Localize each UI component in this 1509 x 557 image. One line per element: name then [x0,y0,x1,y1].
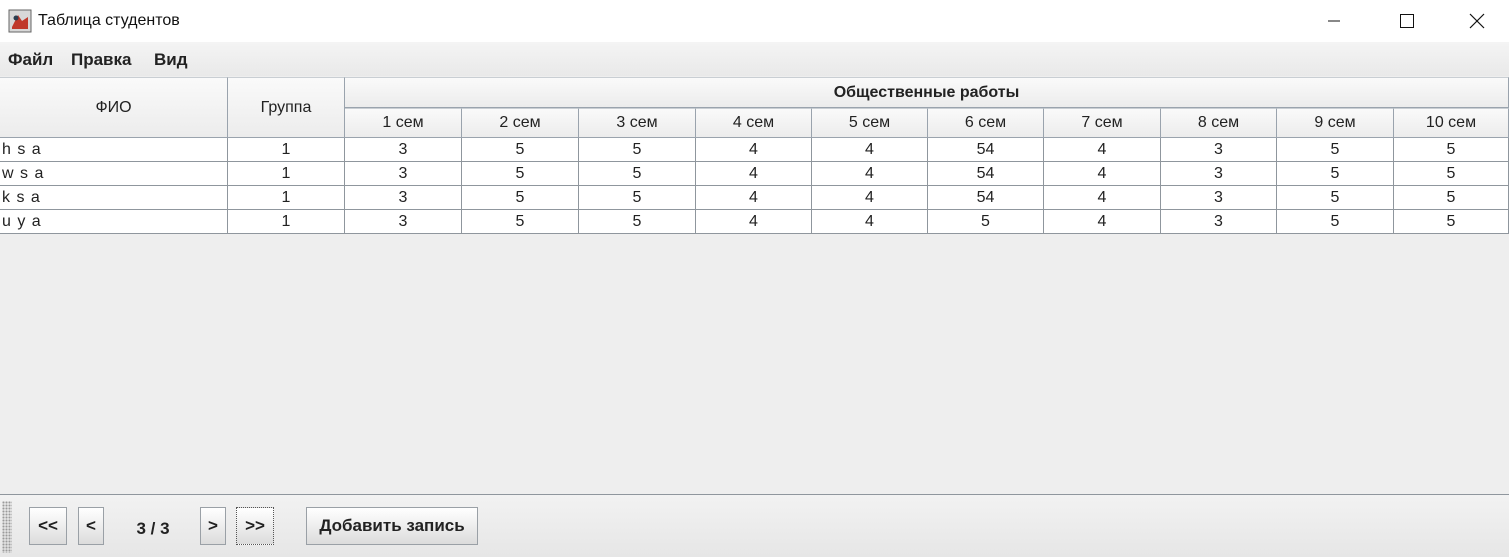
cell-sem-1[interactable]: 3 [345,186,462,210]
cell-sem-1[interactable]: 3 [345,162,462,186]
header-sem-10[interactable]: 10 сем [1394,108,1509,138]
header-sem-4[interactable]: 4 сем [696,108,812,138]
toolbar-grip[interactable] [2,501,12,553]
cell-sem-4[interactable]: 4 [696,162,812,186]
cell-sem-5[interactable]: 4 [812,210,928,234]
minimize-icon [1328,20,1340,22]
cell-name[interactable]: u y a [0,210,228,234]
cell-sem-6[interactable]: 54 [928,138,1044,162]
header-name[interactable]: ФИО [0,77,228,138]
menu-edit[interactable]: Правка [71,50,131,70]
cell-sem-4[interactable]: 4 [696,186,812,210]
students-table: ФИО Группа Общественные работы 1 сем 2 се… [0,76,1509,494]
minimize-button[interactable] [1305,0,1363,42]
cell-sem-8[interactable]: 3 [1161,162,1277,186]
cell-sem-2[interactable]: 5 [462,162,579,186]
maximize-icon [1400,14,1414,28]
first-page-button[interactable]: << [29,507,67,545]
table-row[interactable]: w s a 1 3 5 5 4 4 54 4 3 5 5 [0,162,1509,186]
cell-sem-1[interactable]: 3 [345,138,462,162]
table-header: ФИО Группа Общественные работы 1 сем 2 се… [0,77,1509,138]
cell-sem-7[interactable]: 4 [1044,138,1161,162]
window-title: Таблица студентов [38,12,180,29]
close-button[interactable] [1448,0,1506,42]
cell-group[interactable]: 1 [228,162,345,186]
cell-sem-5[interactable]: 4 [812,162,928,186]
header-sem-6[interactable]: 6 сем [928,108,1044,138]
header-sem-1[interactable]: 1 сем [345,108,462,138]
close-icon [1469,13,1485,29]
cell-sem-9[interactable]: 5 [1277,162,1394,186]
cell-sem-10[interactable]: 5 [1394,138,1509,162]
header-group[interactable]: Группа [228,77,345,138]
cell-sem-2[interactable]: 5 [462,138,579,162]
cell-sem-5[interactable]: 4 [812,186,928,210]
cell-group[interactable]: 1 [228,210,345,234]
header-sem-5[interactable]: 5 сем [812,108,928,138]
maximize-button[interactable] [1378,0,1436,42]
menu-bar: Файл Правка Вид [0,42,1509,76]
cell-sem-9[interactable]: 5 [1277,138,1394,162]
menu-file[interactable]: Файл [8,50,53,70]
header-sem-7[interactable]: 7 сем [1044,108,1161,138]
cell-group[interactable]: 1 [228,138,345,162]
cell-sem-8[interactable]: 3 [1161,186,1277,210]
cell-sem-8[interactable]: 3 [1161,138,1277,162]
next-page-button[interactable]: > [200,507,226,545]
cell-sem-9[interactable]: 5 [1277,186,1394,210]
header-sem-2[interactable]: 2 сем [462,108,579,138]
cell-sem-8[interactable]: 3 [1161,210,1277,234]
cell-sem-7[interactable]: 4 [1044,186,1161,210]
table-row[interactable]: u y a13554454355 [0,210,1509,234]
cell-sem-10[interactable]: 5 [1394,162,1509,186]
cell-sem-3[interactable]: 5 [579,210,696,234]
last-page-button[interactable]: >> [236,507,274,545]
cell-sem-4[interactable]: 4 [696,210,812,234]
header-social-work: Общественные работы [345,77,1509,108]
java-app-icon [8,9,32,33]
cell-sem-6[interactable]: 54 [928,186,1044,210]
add-record-button[interactable]: Добавить запись [306,507,478,545]
cell-sem-6[interactable]: 5 [928,210,1044,234]
page-indicator: 3 / 3 [136,519,170,538]
cell-sem-6[interactable]: 54 [928,162,1044,186]
prev-page-button[interactable]: < [78,507,104,545]
cell-sem-2[interactable]: 5 [462,210,579,234]
cell-name[interactable]: w s a [0,162,228,186]
table-row[interactable]: h s a 1 3 5 5 4 4 54 4 3 5 5 [0,138,1509,162]
title-bar: Таблица студентов [0,0,1509,42]
cell-name[interactable]: k s a [0,186,228,210]
cell-sem-5[interactable]: 4 [812,138,928,162]
cell-sem-2[interactable]: 5 [462,186,579,210]
cell-sem-3[interactable]: 5 [579,138,696,162]
header-sem-8[interactable]: 8 сем [1161,108,1277,138]
cell-sem-7[interactable]: 4 [1044,210,1161,234]
cell-group[interactable]: 1 [228,186,345,210]
cell-sem-1[interactable]: 3 [345,210,462,234]
cell-name[interactable]: h s a [0,138,228,162]
menu-view[interactable]: Вид [154,50,188,70]
cell-sem-3[interactable]: 5 [579,162,696,186]
cell-sem-9[interactable]: 5 [1277,210,1394,234]
cell-sem-7[interactable]: 4 [1044,162,1161,186]
cell-sem-4[interactable]: 4 [696,138,812,162]
header-sem-3[interactable]: 3 сем [579,108,696,138]
header-sem-9[interactable]: 9 сем [1277,108,1394,138]
cell-sem-10[interactable]: 5 [1394,210,1509,234]
table-row[interactable]: k s a 1 3 5 5 4 4 54 4 3 5 5 [0,186,1509,210]
pager-toolbar: << < 3 / 3 > >> Добавить запись [0,494,1509,557]
cell-sem-3[interactable]: 5 [579,186,696,210]
cell-sem-10[interactable]: 5 [1394,186,1509,210]
